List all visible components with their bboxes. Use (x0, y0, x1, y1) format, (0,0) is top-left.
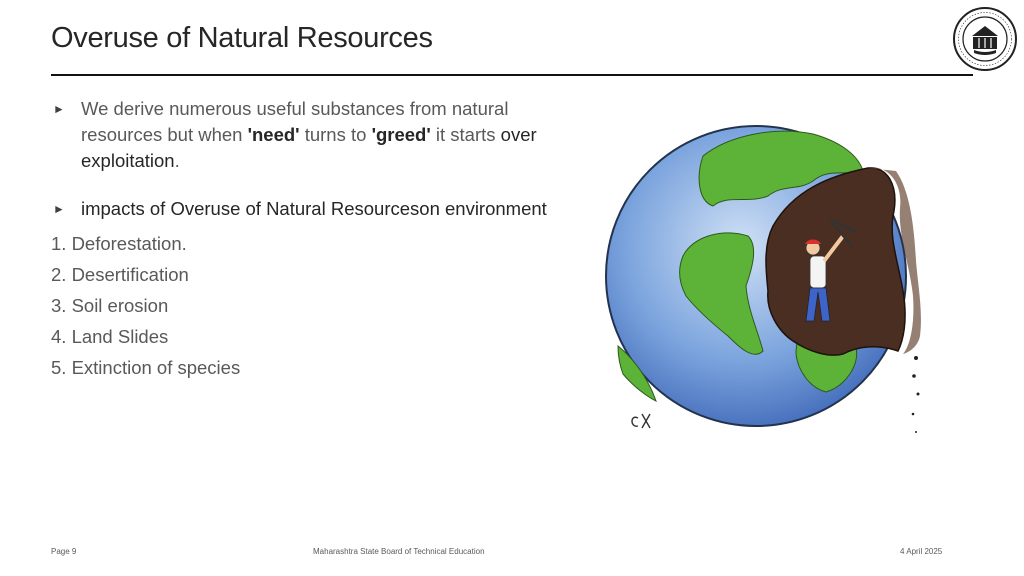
list-item: 1. Deforestation. (51, 233, 187, 254)
list-item: 5. Extinction of species (51, 357, 241, 378)
slide-title: Overuse of Natural Resources (51, 22, 433, 54)
bullet-impacts: ► impacts of Overuse of Natural Resource… (51, 196, 551, 222)
title-divider (51, 74, 973, 76)
footer-date: 4 April 2025 (900, 547, 943, 556)
footer-organization: Maharashtra State Board of Technical Edu… (313, 547, 485, 556)
globe-illustration (605, 125, 921, 433)
triangle-right-icon: ► (53, 102, 65, 116)
list-item: 3. Soil erosion (51, 295, 169, 316)
footer-page-number: Page 9 (51, 547, 77, 556)
list-item: 4. Land Slides (51, 326, 169, 347)
list-item: 2. Desertification (51, 264, 189, 285)
slide-body: ► We derive numerous useful substances f… (51, 96, 551, 383)
artist-signature (631, 413, 651, 429)
need-word: 'need' (247, 124, 300, 145)
impacts-list: 1. Deforestation. 2. Desertification 3. … (51, 228, 551, 383)
bullet-resources: ► We derive numerous useful substances f… (53, 98, 537, 171)
triangle-right-icon: ► (53, 202, 65, 216)
greed-word: 'greed' (371, 124, 431, 145)
msbte-logo-icon (953, 7, 1017, 71)
